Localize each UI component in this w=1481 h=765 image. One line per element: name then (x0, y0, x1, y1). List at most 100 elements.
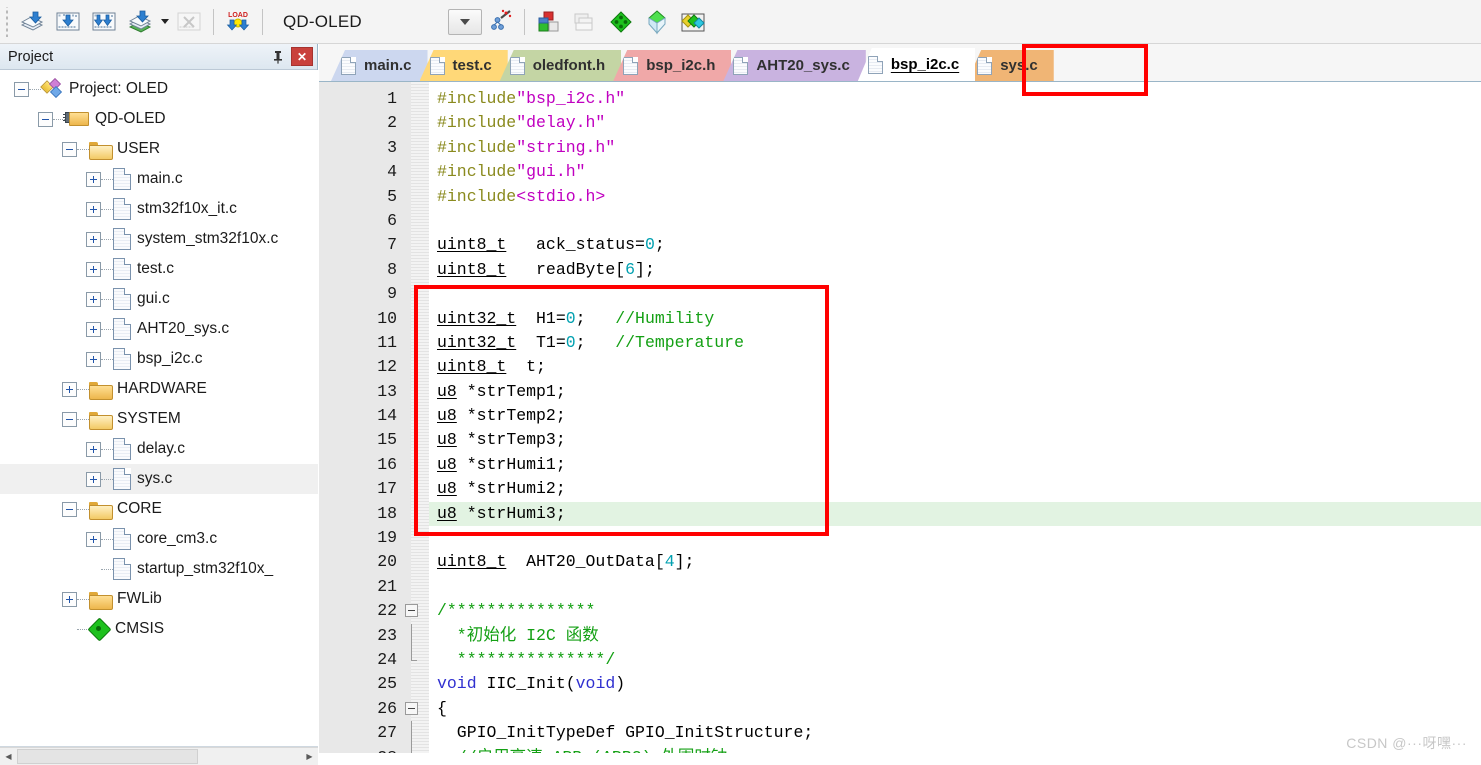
fold-cell[interactable] (401, 672, 429, 696)
fold-cell[interactable] (401, 623, 429, 648)
code-line[interactable]: 3 #include "string.h" (319, 136, 1481, 160)
tree-expander-plus[interactable] (86, 351, 101, 367)
code-text[interactable] (429, 282, 1481, 306)
code-text[interactable]: u8 *strTemp3; (429, 428, 1481, 452)
code-text[interactable]: *初始化 I2C 函数 (429, 624, 1481, 648)
code-line[interactable]: 9 (319, 282, 1481, 306)
fold-cell[interactable] (401, 136, 429, 160)
pin-icon[interactable] (268, 47, 288, 67)
code-line[interactable]: 23 *初始化 I2C 函数 (319, 623, 1481, 648)
fold-cell[interactable] (401, 185, 429, 209)
code-line[interactable]: 21 (319, 575, 1481, 599)
tree-item-delay-c[interactable]: delay.c (0, 434, 318, 464)
tree-item-cmsis[interactable]: CMSIS (0, 614, 318, 644)
code-line[interactable]: 8 uint8_t readByte[6]; (319, 258, 1481, 282)
editor-tab-oledfont-h[interactable]: oledfont.h (499, 50, 622, 81)
multi-project-icon[interactable] (568, 5, 602, 39)
fold-cell[interactable] (401, 428, 429, 452)
code-line[interactable]: 11 uint32_t T1= 0; //Temperature (319, 331, 1481, 355)
code-line[interactable]: 6 (319, 209, 1481, 233)
target-selector-dropdown[interactable] (447, 8, 482, 35)
project-horizontal-scrollbar[interactable]: ◀ ▶ (0, 747, 318, 765)
fold-cell[interactable] (401, 526, 429, 550)
code-line[interactable]: 24 ***************/ (319, 647, 1481, 672)
code-text[interactable]: #include <stdio.h> (429, 185, 1481, 209)
tree-expander-plus[interactable] (86, 171, 101, 187)
code-line[interactable]: 5 #include <stdio.h> (319, 185, 1481, 209)
tree-item-startup-stm32f10x-[interactable]: startup_stm32f10x_ (0, 554, 318, 584)
close-icon[interactable]: ✕ (291, 47, 313, 66)
build-icon[interactable] (51, 5, 85, 39)
fold-cell[interactable] (401, 721, 429, 746)
batch-build-dropdown-caret[interactable] (158, 5, 171, 39)
fold-cell[interactable] (401, 209, 429, 233)
tree-expander-plus[interactable] (86, 321, 101, 337)
tree-expander-plus[interactable] (62, 381, 77, 397)
editor-tab-bsp-i2c-c[interactable]: bsp_i2c.c (857, 48, 976, 81)
tree-item-qd-oled[interactable]: QD-OLED (0, 104, 318, 134)
tree-item-fwlib[interactable]: FWLib (0, 584, 318, 614)
scroll-thumb[interactable] (17, 749, 198, 764)
svcs-icon[interactable] (676, 5, 710, 39)
scroll-track[interactable] (17, 748, 301, 765)
pack-installer-icon[interactable] (604, 5, 638, 39)
code-text[interactable]: u8 *strTemp2; (429, 404, 1481, 428)
fold-cell[interactable] (401, 331, 429, 355)
fold-cell[interactable] (401, 233, 429, 257)
fold-cell[interactable] (401, 87, 429, 111)
tree-expander-minus[interactable] (62, 411, 77, 427)
editor-tab-bsp-i2c-h[interactable]: bsp_i2c.h (613, 50, 732, 81)
code-text[interactable]: u8 *strHumi2; (429, 477, 1481, 501)
scroll-right-icon[interactable]: ▶ (301, 748, 318, 765)
tree-expander-plus[interactable] (86, 291, 101, 307)
batch-build-icon[interactable] (123, 5, 157, 39)
fold-cell[interactable] (401, 502, 429, 526)
code-line[interactable]: 7 uint8_t ack_status= 0; (319, 233, 1481, 257)
code-text[interactable]: uint8_t readByte[6]; (429, 258, 1481, 282)
tree-item-stm32f10x-it-c[interactable]: stm32f10x_it.c (0, 194, 318, 224)
code-line[interactable]: 17 u8 *strHumi2; (319, 477, 1481, 501)
fold-cell[interactable] (401, 647, 429, 672)
code-line[interactable]: 27 GPIO_InitTypeDef GPIO_InitStructure; (319, 721, 1481, 746)
code-line[interactable]: 16 u8 *strHumi1; (319, 453, 1481, 477)
code-text[interactable]: #include "bsp_i2c.h" (429, 87, 1481, 111)
code-line[interactable]: 19 (319, 526, 1481, 550)
code-text[interactable]: ***************/ (429, 648, 1481, 672)
fold-cell[interactable] (401, 599, 429, 623)
editor-tab-sys-c[interactable]: sys.c (967, 50, 1054, 81)
editor-tab-test-c[interactable]: test.c (419, 50, 508, 81)
code-text[interactable]: uint32_t T1= 0; //Temperature (429, 331, 1481, 355)
project-tree[interactable]: Project: OLED QD-OLED USER main.c stm32f10x_… (0, 70, 318, 747)
fold-cell[interactable] (401, 282, 429, 306)
fold-cell[interactable] (401, 111, 429, 135)
code-text[interactable]: uint8_t t; (429, 355, 1481, 379)
code-text[interactable]: #include "delay.h" (429, 111, 1481, 135)
tree-expander-plus[interactable] (86, 441, 101, 457)
rebuild-icon[interactable] (87, 5, 121, 39)
tree-expander-plus[interactable] (62, 591, 77, 607)
toolbar-grip[interactable] (3, 6, 12, 37)
tree-expander-minus[interactable] (14, 81, 29, 97)
fold-cell[interactable] (401, 380, 429, 404)
fold-cell[interactable] (401, 160, 429, 184)
code-text[interactable] (429, 526, 1481, 550)
code-line[interactable]: 15 u8 *strTemp3; (319, 428, 1481, 452)
load-icon[interactable]: LOAD (221, 5, 255, 39)
fold-cell[interactable] (401, 355, 429, 379)
code-text[interactable]: #include "gui.h" (429, 160, 1481, 184)
fold-cell[interactable] (401, 575, 429, 599)
tree-expander-plus[interactable] (86, 531, 101, 547)
tree-item-user[interactable]: USER (0, 134, 318, 164)
code-line[interactable]: 20 uint8_t AHT20_OutData[4]; (319, 550, 1481, 574)
fold-cell[interactable] (401, 307, 429, 331)
tree-item-test-c[interactable]: test.c (0, 254, 318, 284)
tree-item-main-c[interactable]: main.c (0, 164, 318, 194)
code-text[interactable] (429, 209, 1481, 233)
tree-item-system[interactable]: SYSTEM (0, 404, 318, 434)
code-line[interactable]: 26 { (319, 697, 1481, 721)
fold-cell[interactable] (401, 477, 429, 501)
code-text[interactable]: uint8_t ack_status= 0; (429, 233, 1481, 257)
code-line[interactable]: 18 u8 *strHumi3; (319, 501, 1481, 527)
code-line[interactable]: 22 /*************** (319, 599, 1481, 623)
tree-item-system-stm32f10x-c[interactable]: system_stm32f10x.c (0, 224, 318, 254)
